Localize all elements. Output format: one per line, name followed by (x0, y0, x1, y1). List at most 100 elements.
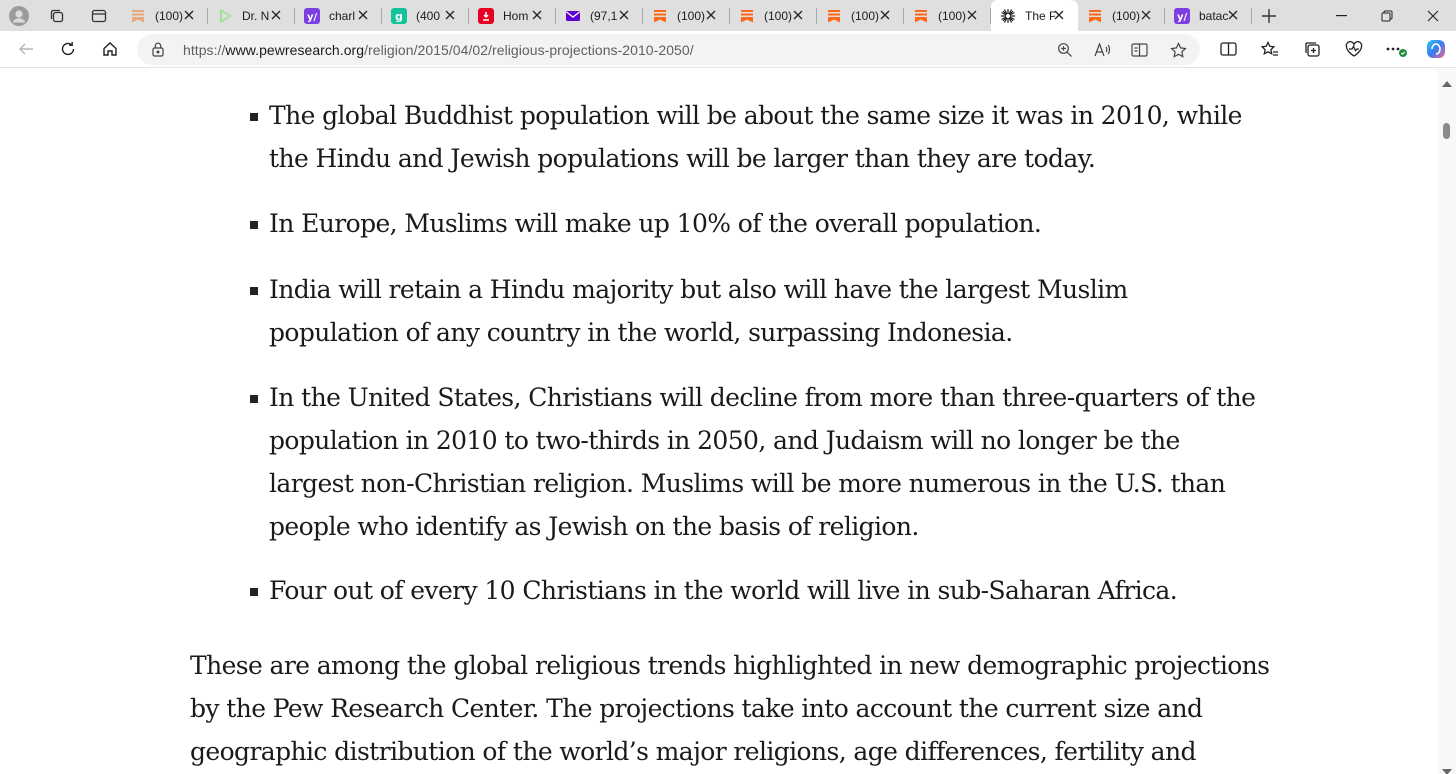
yahoo-icon: y/ (1174, 7, 1190, 24)
svg-text:y/: y/ (1177, 12, 1188, 23)
close-tab-icon[interactable] (1139, 8, 1153, 22)
refresh-icon[interactable] (52, 34, 84, 64)
bullet-line: population in 2010 to two-thirds in 2050… (269, 426, 1180, 455)
substack-icon (739, 8, 755, 24)
close-tab-icon[interactable] (878, 8, 892, 22)
bullet-marker-icon (250, 221, 258, 229)
scroll-down-icon[interactable] (1442, 762, 1452, 774)
bullet-line: the Hindu and Jewish populations will be… (269, 144, 1096, 173)
yahoo-icon: y/ (304, 7, 320, 24)
collections-icon[interactable] (1296, 34, 1328, 64)
close-tab-icon[interactable] (791, 8, 805, 22)
settings-more-icon[interactable] (1380, 34, 1412, 64)
tab-title: Hom (503, 8, 529, 23)
pew-icon (1000, 8, 1016, 24)
restore-icon[interactable] (1364, 0, 1410, 31)
tab-title: (97,1 (590, 8, 618, 23)
new-tab-button[interactable] (1252, 0, 1286, 31)
close-tab-icon[interactable] (1226, 8, 1240, 22)
substack-icon (826, 8, 842, 24)
address-bar[interactable]: https://www.pewresearch.org/religion/201… (137, 34, 1200, 65)
browser-essentials-icon[interactable] (1338, 34, 1370, 64)
bullet-item: The global Buddhist population will be a… (250, 94, 1242, 180)
lock-icon[interactable] (151, 41, 165, 62)
browser-tab[interactable]: (100) (121, 0, 208, 31)
back-icon[interactable] (10, 34, 42, 64)
close-tab-icon[interactable] (1052, 8, 1066, 22)
substack-icon (652, 8, 668, 24)
bullet-line: population of any country in the world, … (269, 318, 1013, 347)
substack-icon (1087, 8, 1103, 24)
split-screen-icon[interactable] (1212, 34, 1244, 64)
browser-tab[interactable]: y/charl (295, 0, 382, 31)
browser-tab[interactable]: The P (991, 0, 1078, 31)
browser-tab[interactable]: y/batac (1165, 0, 1252, 31)
vertical-scrollbar[interactable] (1438, 69, 1456, 774)
bullet-marker-icon (250, 588, 258, 596)
favorites-icon[interactable] (1254, 34, 1286, 64)
close-window-icon[interactable] (1410, 0, 1456, 31)
browser-tab[interactable]: g (400 (382, 0, 469, 31)
bullet-item: In Europe, Muslims will make up 10% of t… (250, 202, 1229, 245)
browser-tab[interactable]: Hom (469, 0, 556, 31)
bullet-line: Four out of every 10 Christians in the w… (269, 576, 1178, 605)
tab-title: (100) (938, 8, 967, 23)
svg-text:y/: y/ (307, 12, 318, 23)
bullet-marker-icon (250, 287, 258, 295)
close-tab-icon[interactable] (617, 8, 631, 22)
browser-tab[interactable]: Dr. N (208, 0, 295, 31)
tab-actions-icon[interactable] (76, 0, 121, 31)
home-icon[interactable] (94, 34, 126, 64)
workspaces-icon[interactable] (38, 0, 76, 31)
grammarly-icon: g (391, 7, 407, 24)
browser-tab[interactable]: (100) (1078, 0, 1165, 31)
bullet-line: largest non-Christian religion. Muslims … (269, 469, 1226, 498)
close-tab-icon[interactable] (269, 8, 283, 22)
substack-icon (913, 8, 929, 24)
close-tab-icon[interactable] (965, 8, 979, 22)
paragraph-line: by the Pew Research Center. The projecti… (190, 694, 1203, 723)
tab-title: charl (329, 8, 356, 23)
close-tab-icon[interactable] (530, 8, 544, 22)
profile-avatar-icon[interactable] (0, 0, 38, 31)
svg-text:g: g (395, 10, 403, 23)
minimize-icon[interactable] (1318, 0, 1364, 31)
browser-tab[interactable]: (100) (904, 0, 991, 31)
tab-title: The P (1025, 8, 1055, 23)
read-aloud-icon[interactable] (1093, 40, 1113, 60)
browser-tab[interactable]: (100) (817, 0, 904, 31)
bullet-item: Four out of every 10 Christians in the w… (250, 569, 1229, 612)
browser-tab[interactable]: (100) (643, 0, 730, 31)
tab-title: (100) (677, 8, 706, 23)
browser-tab[interactable]: (97,1 (556, 0, 643, 31)
tab-title: batac (1199, 8, 1229, 23)
scroll-up-icon[interactable] (1442, 74, 1452, 92)
copilot-icon[interactable] (1420, 34, 1452, 64)
play-icon (217, 8, 233, 24)
paragraph-line: These are among the global religious tre… (190, 651, 1270, 680)
page-content: The global Buddhist population will be a… (0, 69, 1438, 774)
immersive-reader-icon[interactable] (1130, 40, 1150, 60)
url-text[interactable]: https://www.pewresearch.org/religion/201… (183, 42, 694, 58)
mail-icon (565, 8, 581, 24)
tab-title: (100) (851, 8, 880, 23)
zoom-icon[interactable] (1055, 40, 1075, 60)
substack-icon (130, 8, 146, 24)
bullet-line: India will retain a Hindu majority but a… (269, 275, 1128, 304)
bullet-marker-icon (250, 113, 258, 121)
pinterest-icon (478, 7, 494, 24)
scrollbar-thumb[interactable] (1443, 123, 1450, 139)
paragraph-line: geographic distribution of the world’s m… (190, 737, 1196, 766)
browser-toolbar: https://www.pewresearch.org/religion/201… (0, 31, 1456, 68)
bullet-line: people who identify as Jewish on the bas… (269, 512, 919, 541)
article-paragraph: These are among the global religious tre… (190, 644, 1270, 773)
bullet-line: In Europe, Muslims will make up 10% of t… (269, 209, 1042, 238)
close-tab-icon[interactable] (356, 8, 370, 22)
close-tab-icon[interactable] (182, 8, 196, 22)
close-tab-icon[interactable] (443, 8, 457, 22)
tab-title: Dr. N (242, 8, 270, 23)
browser-tab[interactable]: (100) (730, 0, 817, 31)
close-tab-icon[interactable] (704, 8, 718, 22)
favorite-star-icon[interactable] (1168, 40, 1188, 60)
tab-title: (400 (416, 8, 441, 23)
